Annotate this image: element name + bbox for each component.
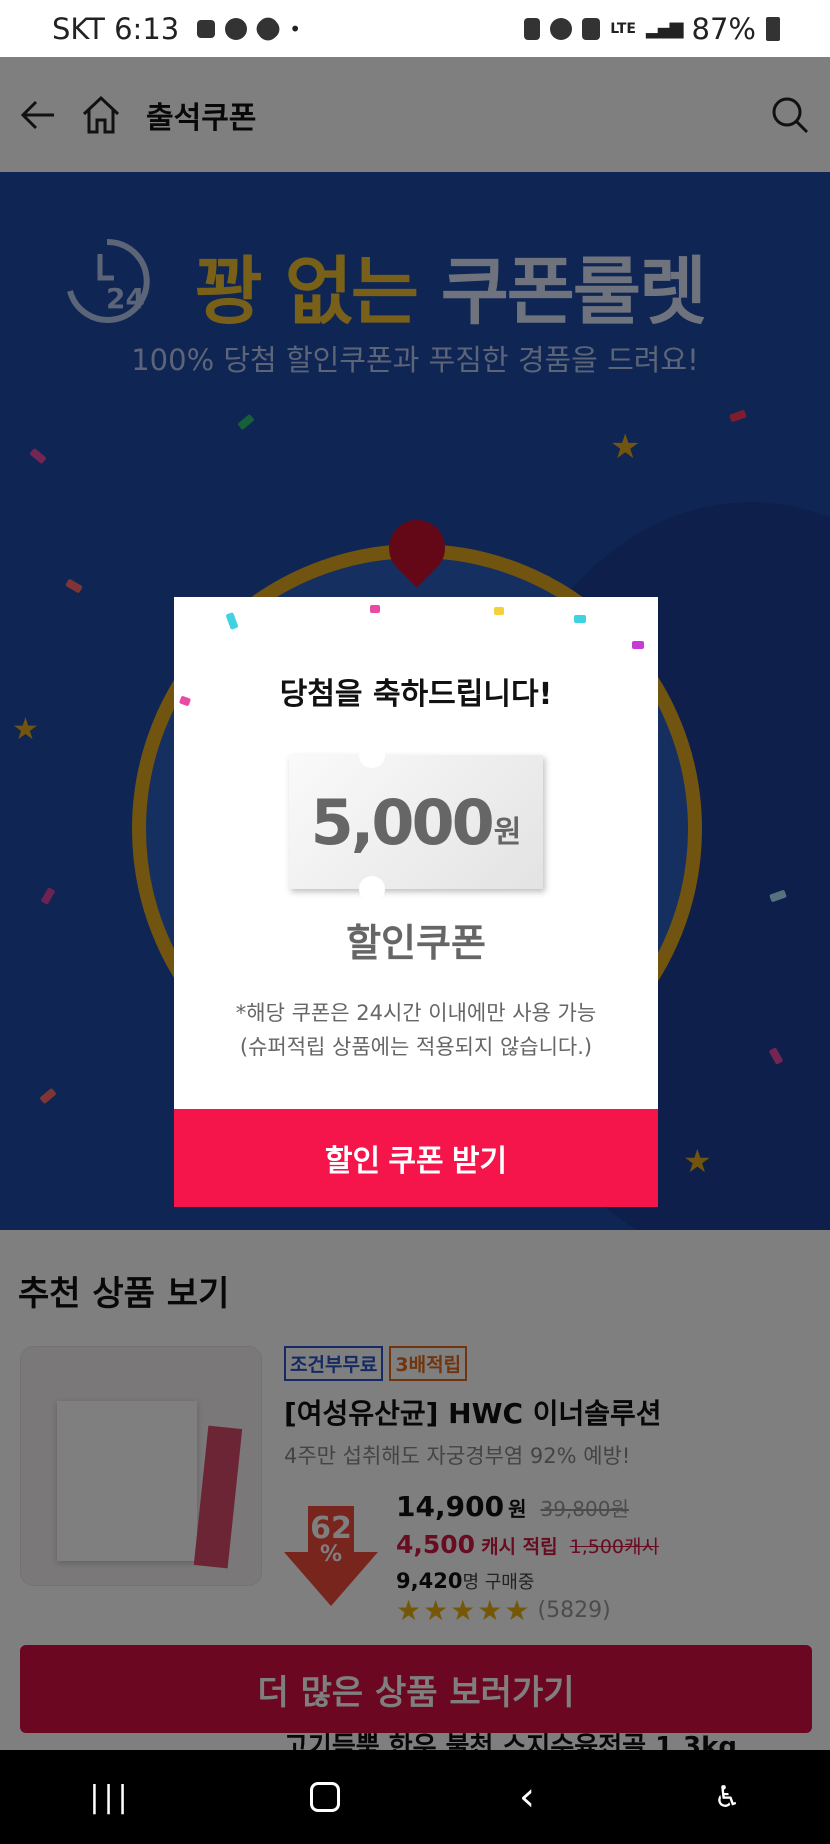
mute-icon — [582, 17, 601, 40]
recent-apps-icon[interactable]: ||| — [89, 1780, 131, 1815]
dot-icon: • — [289, 16, 302, 41]
phone-icon — [524, 17, 541, 40]
confetti — [494, 607, 504, 615]
status-bar: SKT 6:13 • LTE ▂▄▆ 87% — [0, 0, 830, 57]
coupon-win-modal: 당첨을 축하드립니다! 5,000 원 할인쿠폰 *해당 쿠폰은 24시간 이내… — [174, 597, 658, 1207]
signal-icon: ▂▄▆ — [646, 18, 684, 39]
accessibility-icon[interactable]: ♿ — [714, 1780, 741, 1815]
gear-icon — [225, 17, 248, 40]
battery-text: 87% — [691, 11, 756, 46]
system-nav-bar: ||| ‹ ♿ — [0, 1750, 830, 1844]
confetti — [574, 615, 586, 623]
confetti — [632, 641, 644, 649]
battery-icon — [766, 16, 780, 41]
coupon-type: 할인쿠폰 — [346, 921, 486, 965]
home-button-icon[interactable] — [310, 1782, 341, 1812]
coupon-note-line1: *해당 쿠폰은 24시간 이내에만 사용 가능 — [235, 1001, 597, 1025]
confetti — [370, 605, 380, 613]
alarm-icon — [550, 17, 573, 40]
coupon-currency: 원 — [493, 815, 522, 850]
ticket-notch — [359, 742, 385, 768]
modal-title: 당첨을 축하드립니다! — [279, 677, 553, 712]
confetti — [225, 612, 239, 630]
notification-icon — [197, 19, 216, 38]
coupon-amount: 5,000 — [310, 785, 495, 859]
network-label: LTE — [610, 20, 636, 37]
ticket-notch — [359, 876, 385, 902]
coupon-ticket: 5,000 원 — [289, 742, 543, 902]
coupon-note-line2: (슈퍼적립 상품에는 적용되지 않습니다.) — [239, 1035, 593, 1059]
claim-coupon-button[interactable]: 할인 쿠폰 받기 — [174, 1109, 658, 1207]
back-icon[interactable]: ‹ — [519, 1774, 535, 1820]
pill-icon — [252, 13, 284, 44]
carrier-time: SKT 6:13 — [52, 11, 180, 46]
